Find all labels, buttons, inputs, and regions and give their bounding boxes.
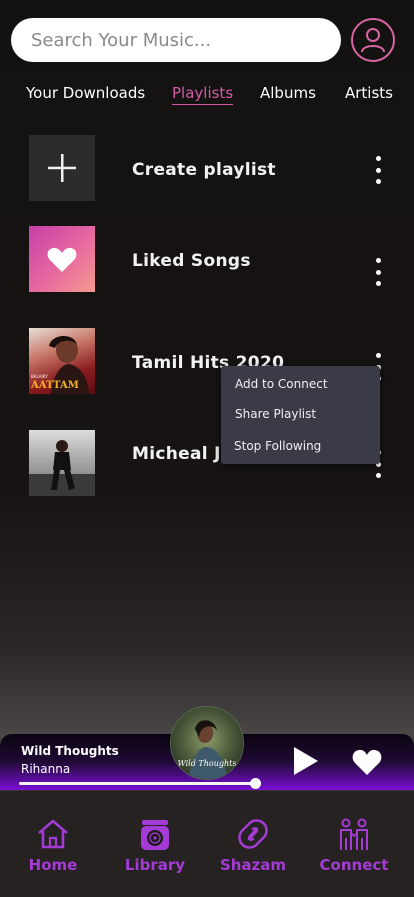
- dot: [375, 156, 381, 161]
- nav-shazam[interactable]: Shazam: [213, 816, 293, 874]
- nav-label: Shazam: [219, 856, 287, 874]
- dot: [375, 281, 381, 286]
- library-icon: [141, 820, 169, 850]
- cover-subtitle: BALAIKY: [31, 374, 48, 379]
- now-playing-artist: Rihanna: [21, 762, 71, 776]
- play-button[interactable]: [292, 746, 320, 776]
- create-playlist-label[interactable]: Create playlist: [132, 160, 276, 180]
- nav-label: Connect: [319, 856, 389, 874]
- search-bar[interactable]: [11, 18, 341, 62]
- menu-item-stop-following[interactable]: Stop Following: [234, 439, 321, 453]
- nav-connect[interactable]: Connect: [314, 816, 394, 874]
- dot: [375, 167, 381, 173]
- more-options-button[interactable]: [368, 258, 388, 286]
- search-input[interactable]: [29, 28, 323, 52]
- menu-item-share-playlist[interactable]: Share Playlist: [235, 407, 316, 421]
- now-playing-title: Wild Thoughts: [21, 744, 119, 758]
- shazam-icon: [238, 819, 268, 849]
- album-art-image: [29, 440, 95, 496]
- user-icon: [361, 28, 385, 53]
- context-menu: Add to Connect Share Playlist Stop Follo…: [221, 366, 380, 464]
- plus-icon: [48, 154, 76, 182]
- liked-songs-thumb[interactable]: [29, 226, 95, 292]
- more-options-button[interactable]: [368, 156, 388, 184]
- play-icon: [294, 747, 318, 775]
- progress-bar[interactable]: [19, 782, 255, 785]
- connect-icon: [340, 818, 368, 850]
- create-playlist-thumb[interactable]: [29, 135, 95, 201]
- liked-songs-label[interactable]: Liked Songs: [132, 251, 251, 271]
- progress-knob[interactable]: [250, 778, 261, 789]
- home-icon: [38, 819, 68, 849]
- dot: [375, 353, 381, 358]
- heart-icon: [352, 749, 382, 775]
- dot: [375, 473, 381, 478]
- nav-label: Library: [124, 856, 186, 874]
- tab-artists[interactable]: Artists: [345, 84, 393, 102]
- album-art-caption: Wild Thoughts: [177, 759, 237, 768]
- now-playing-album-art[interactable]: Wild Thoughts: [170, 706, 244, 780]
- micheal-jackson-cover[interactable]: [29, 430, 95, 496]
- tamil-hits-cover[interactable]: BALAIKY AATTAM: [29, 328, 95, 394]
- dot: [375, 269, 381, 275]
- profile-button[interactable]: [351, 18, 395, 62]
- tab-playlists[interactable]: Playlists: [172, 84, 234, 105]
- tab-your-downloads[interactable]: Your Downloads: [26, 84, 145, 102]
- like-button[interactable]: [352, 748, 382, 776]
- nav-label: Home: [28, 856, 78, 874]
- nav-library[interactable]: Library: [115, 816, 195, 874]
- cover-title: AATTAM: [31, 380, 79, 391]
- menu-item-add-to-connect[interactable]: Add to Connect: [235, 377, 328, 391]
- album-art-image: [171, 707, 243, 779]
- dot: [375, 179, 381, 184]
- dot: [375, 258, 381, 263]
- heart-icon: [47, 247, 77, 272]
- tab-albums[interactable]: Albums: [260, 84, 316, 102]
- nav-home[interactable]: Home: [13, 816, 93, 874]
